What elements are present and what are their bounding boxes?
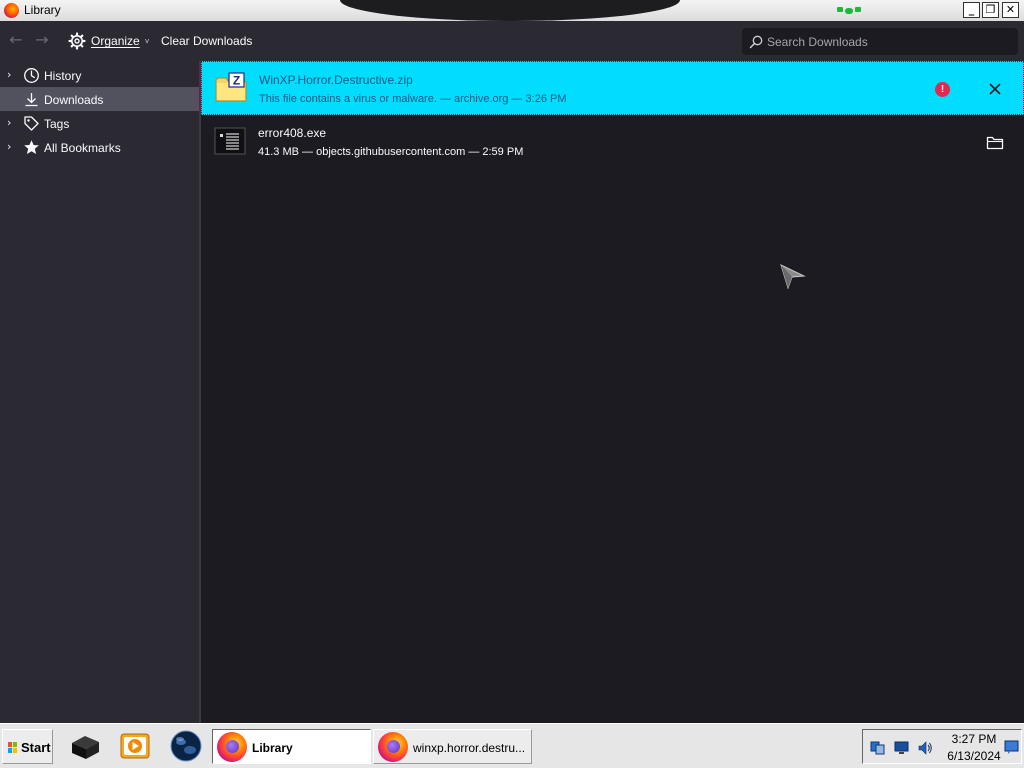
expand-chevron-icon[interactable]: › <box>7 68 19 82</box>
taskbar-task-browser[interactable]: winxp.horror.destru... <box>373 729 532 764</box>
notch-indicator-icon <box>837 5 867 15</box>
library-sidebar: › History Downloads › Tags › All Bookmar… <box>0 61 199 723</box>
media-player-icon[interactable] <box>119 730 151 762</box>
star-icon <box>24 140 39 154</box>
sidebar-item-history[interactable]: › History <box>0 63 199 87</box>
windows-logo-icon <box>8 742 17 753</box>
firefox-icon <box>217 732 247 762</box>
sidebar-item-tags[interactable]: › Tags <box>0 111 199 135</box>
expand-chevron-icon[interactable]: › <box>7 140 19 154</box>
sidebar-item-label: Tags <box>44 117 70 131</box>
minimize-button[interactable]: _ <box>963 2 980 18</box>
globe-icon[interactable] <box>170 730 202 762</box>
network-icon[interactable] <box>870 741 885 755</box>
camera-notch <box>340 0 861 21</box>
system-tray: 3:27 PM 6/13/2024 <box>862 729 1022 764</box>
sidebar-item-label: History <box>44 69 82 83</box>
mouse-pointer-icon <box>780 264 806 289</box>
svg-text:Z: Z <box>233 74 240 88</box>
search-downloads-input[interactable]: Search Downloads <box>742 28 1018 55</box>
volume-icon[interactable] <box>918 741 933 755</box>
organize-label: Organize <box>91 34 140 48</box>
clear-downloads-button[interactable]: Clear Downloads <box>161 34 252 48</box>
download-icon <box>25 93 38 107</box>
monitor-icon[interactable] <box>894 741 909 755</box>
warning-icon: ! <box>935 82 950 97</box>
firefox-icon <box>378 732 408 762</box>
task-label: winxp.horror.destru... <box>413 741 526 755</box>
download-status: 41.3 MB — objects.githubusercontent.com … <box>258 146 524 158</box>
window-title: Library <box>24 3 61 17</box>
task-label: Library <box>252 741 293 755</box>
show-desktop-icon[interactable] <box>69 730 101 762</box>
taskbar: Start Library winxp.horror.destru... 3:2… <box>0 723 1024 768</box>
clock-icon <box>24 68 39 83</box>
restore-button[interactable]: ❐ <box>982 2 999 18</box>
clock-time: 3:27 PM <box>951 732 997 746</box>
expand-chevron-icon[interactable]: › <box>7 116 19 130</box>
library-toolbar: ← → Organize ˅ Clear Downloads Search Do… <box>0 21 1024 61</box>
firefox-icon <box>4 3 19 18</box>
close-window-button[interactable]: ✕ <box>1002 2 1019 18</box>
chevron-down-icon: ˅ <box>144 36 150 46</box>
sidebar-item-label: Downloads <box>44 93 104 107</box>
folder-icon[interactable] <box>986 135 1004 151</box>
tag-icon <box>24 116 39 131</box>
notification-icon[interactable] <box>1004 740 1019 754</box>
taskbar-task-library[interactable]: Library <box>212 729 371 764</box>
start-label: Start <box>21 740 51 755</box>
sidebar-item-all-bookmarks[interactable]: › All Bookmarks <box>0 135 199 159</box>
downloads-list: Z WinXP.Horror.Destructive.zip This file… <box>201 61 1024 723</box>
sidebar-item-downloads[interactable]: Downloads <box>0 87 199 111</box>
start-button[interactable]: Start <box>2 729 53 764</box>
download-filename: WinXP.Horror.Destructive.zip <box>259 73 413 87</box>
window-titlebar[interactable]: Library _ ❐ ✕ <box>0 0 1024 21</box>
download-item-blocked[interactable]: Z WinXP.Horror.Destructive.zip This file… <box>201 61 1024 115</box>
zip-archive-icon: Z <box>215 72 247 102</box>
gear-icon <box>68 32 86 50</box>
sidebar-item-label: All Bookmarks <box>44 141 121 155</box>
download-status: This file contains a virus or malware. —… <box>259 93 567 105</box>
download-item-completed[interactable]: error408.exe 41.3 MB — objects.githubuse… <box>201 115 1024 169</box>
download-filename: error408.exe <box>258 126 327 140</box>
search-placeholder: Search Downloads <box>767 35 868 49</box>
close-icon[interactable] <box>985 79 1005 99</box>
executable-icon <box>214 127 246 155</box>
back-button[interactable]: ← <box>6 30 26 50</box>
search-icon <box>749 35 763 49</box>
forward-button[interactable]: → <box>32 30 52 50</box>
organize-menu-button[interactable]: Organize ˅ <box>68 31 149 51</box>
clock-date: 6/13/2024 <box>947 749 1001 763</box>
